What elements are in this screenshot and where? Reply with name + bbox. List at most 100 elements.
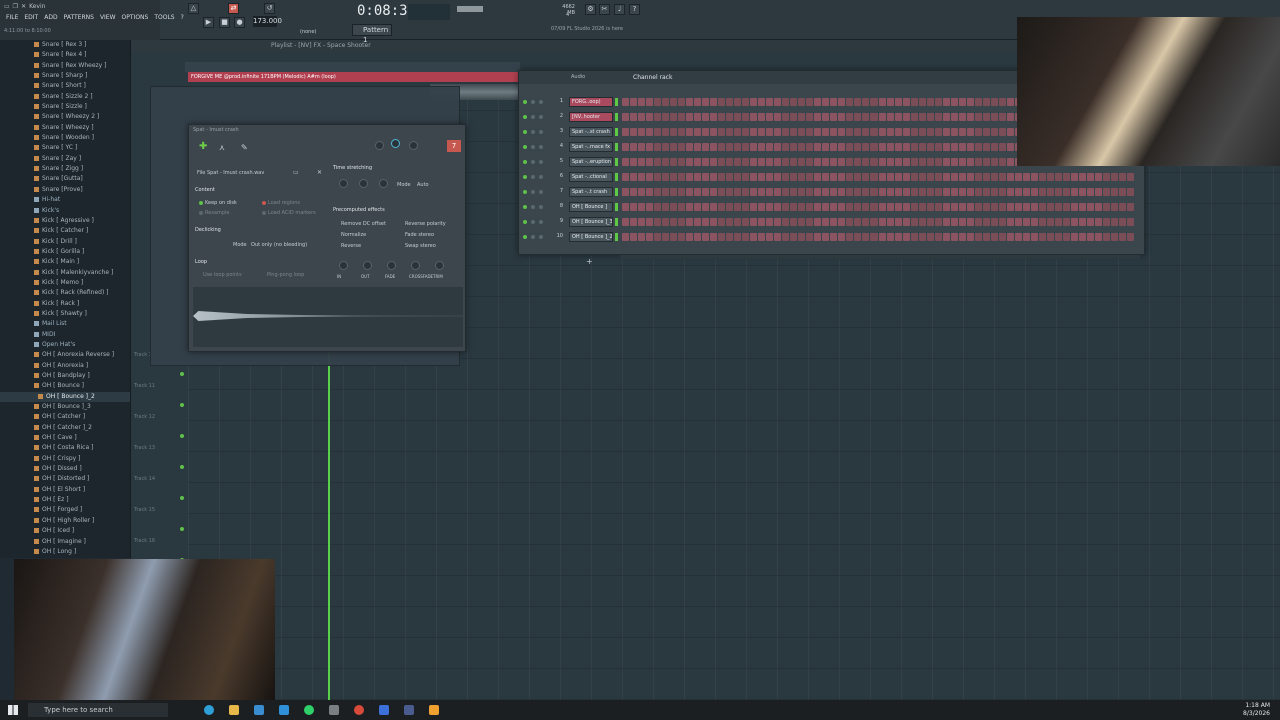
step-button[interactable] [886, 203, 894, 211]
step-button[interactable] [1038, 188, 1046, 196]
step-button[interactable] [686, 218, 694, 226]
channel-volume-knob[interactable] [539, 100, 543, 104]
track-label[interactable]: Track 13 [134, 445, 155, 451]
step-button[interactable] [750, 173, 758, 181]
step-button[interactable] [878, 173, 886, 181]
browser-file[interactable]: OH [ Costa Rica ] [0, 443, 130, 453]
step-button[interactable] [886, 188, 894, 196]
edge-icon[interactable] [204, 705, 214, 715]
step-button[interactable] [870, 173, 878, 181]
step-button[interactable] [1046, 233, 1054, 241]
step-button[interactable] [1046, 218, 1054, 226]
start-icon[interactable] [8, 705, 18, 715]
step-button[interactable] [846, 203, 854, 211]
browser-file[interactable]: OH [ Catcher ]_2 [0, 423, 130, 433]
knob-trim[interactable] [435, 261, 444, 270]
fade-stereo-label[interactable]: Fade stereo [405, 232, 434, 238]
step-button[interactable] [942, 143, 950, 151]
step-button[interactable] [726, 98, 734, 106]
step-button[interactable] [774, 233, 782, 241]
step-button[interactable] [846, 188, 854, 196]
channel-pan-knob[interactable] [531, 100, 535, 104]
track-label[interactable]: Track 11 [134, 383, 155, 389]
step-button[interactable] [686, 203, 694, 211]
close-icon[interactable]: ✕ [21, 3, 26, 10]
step-button[interactable] [934, 113, 942, 121]
channel-select-indicator[interactable] [615, 98, 618, 106]
channel-pan-knob[interactable] [531, 145, 535, 149]
step-button[interactable] [990, 113, 998, 121]
step-button[interactable] [766, 128, 774, 136]
channel-pan-knob[interactable] [531, 235, 535, 239]
step-button[interactable] [878, 203, 886, 211]
remove-dc-label[interactable]: Remove DC offset [341, 221, 386, 227]
step-button[interactable] [926, 128, 934, 136]
step-button[interactable] [622, 128, 630, 136]
step-button[interactable] [878, 143, 886, 151]
step-button[interactable] [958, 233, 966, 241]
step-button[interactable] [766, 158, 774, 166]
browser-file[interactable]: Kick [ Shawty ] [0, 309, 130, 319]
step-button[interactable] [806, 173, 814, 181]
step-button[interactable] [1078, 218, 1086, 226]
channel-mute-led[interactable] [523, 100, 527, 104]
browser-file[interactable]: OH [ Catcher ] [0, 412, 130, 422]
step-button[interactable] [622, 233, 630, 241]
step-button[interactable] [998, 158, 1006, 166]
step-button[interactable] [654, 203, 662, 211]
step-button[interactable] [894, 233, 902, 241]
step-button[interactable] [1118, 203, 1126, 211]
group-select[interactable]: Audio [571, 71, 585, 84]
menu-item-help[interactable]: ? [181, 14, 184, 21]
step-button[interactable] [830, 173, 838, 181]
step-button[interactable] [662, 158, 670, 166]
step-button[interactable] [1014, 218, 1022, 226]
step-button[interactable] [934, 233, 942, 241]
step-button[interactable] [766, 203, 774, 211]
step-button[interactable] [958, 188, 966, 196]
step-button[interactable] [806, 233, 814, 241]
step-button[interactable] [1006, 188, 1014, 196]
step-button[interactable] [734, 113, 742, 121]
channel-pan-knob[interactable] [531, 175, 535, 179]
track-mute-led[interactable] [180, 372, 184, 376]
step-button[interactable] [654, 158, 662, 166]
step-button[interactable] [630, 233, 638, 241]
step-button[interactable] [926, 113, 934, 121]
step-button[interactable] [1006, 143, 1014, 151]
step-button[interactable] [870, 143, 878, 151]
step-button[interactable] [1126, 203, 1134, 211]
step-button[interactable] [942, 218, 950, 226]
step-button[interactable] [726, 113, 734, 121]
step-button[interactable] [958, 128, 966, 136]
step-button[interactable] [686, 128, 694, 136]
step-button[interactable] [862, 128, 870, 136]
step-button[interactable] [806, 203, 814, 211]
step-button[interactable] [766, 98, 774, 106]
browser-file[interactable]: Snare [ Wooden ] [0, 133, 130, 143]
channel-mixer-track[interactable]: 6 [555, 173, 563, 179]
step-button[interactable] [774, 128, 782, 136]
step-button[interactable] [1038, 218, 1046, 226]
step-button[interactable] [894, 188, 902, 196]
step-button[interactable] [974, 188, 982, 196]
step-button[interactable] [718, 143, 726, 151]
step-button[interactable] [638, 98, 646, 106]
step-button[interactable] [878, 188, 886, 196]
step-button[interactable] [902, 143, 910, 151]
channel-mixer-track[interactable]: 4 [555, 143, 563, 149]
step-button[interactable] [886, 158, 894, 166]
step-button[interactable] [1110, 203, 1118, 211]
track-mute-led[interactable] [180, 496, 184, 500]
pan-knob[interactable] [375, 141, 384, 150]
step-button[interactable] [950, 203, 958, 211]
ts-mul-knob[interactable] [359, 179, 368, 188]
step-button[interactable] [862, 98, 870, 106]
step-button[interactable] [782, 218, 790, 226]
step-button[interactable] [694, 173, 702, 181]
step-button[interactable] [854, 203, 862, 211]
step-button[interactable] [622, 188, 630, 196]
step-button[interactable] [990, 98, 998, 106]
step-button[interactable] [630, 158, 638, 166]
step-button[interactable] [1014, 233, 1022, 241]
